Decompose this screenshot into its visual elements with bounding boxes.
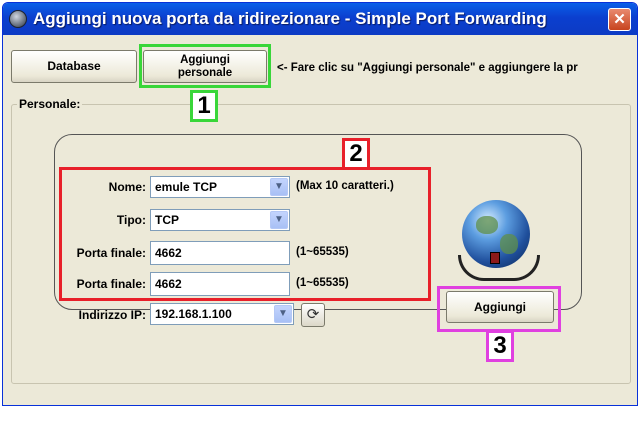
ip-combo[interactable]: 192.168.1.100 ▼	[150, 303, 294, 325]
app-icon	[9, 10, 27, 28]
annotation-number-2: 2	[342, 138, 370, 170]
hint-text: <- Fare clic su "Aggiungi personale" e a…	[277, 62, 578, 74]
plug-icon	[490, 252, 500, 264]
annotation-box-1	[139, 44, 271, 88]
annotation-box-3	[437, 286, 561, 332]
close-button[interactable]: ✕	[608, 8, 631, 31]
window-title: Aggiungi nuova porta da ridirezionare - …	[33, 9, 547, 28]
ip-value: 192.168.1.100	[155, 307, 232, 321]
chevron-down-icon[interactable]: ▼	[274, 305, 292, 323]
annotation-number-3: 3	[486, 330, 514, 362]
refresh-icon[interactable]: ⟳	[301, 303, 325, 327]
personal-group-label: Personale:	[17, 97, 83, 111]
database-button[interactable]: Database	[11, 50, 137, 83]
annotation-box-2	[59, 167, 431, 301]
title-bar[interactable]: Aggiungi nuova porta da ridirezionare - …	[3, 3, 637, 35]
annotation-number-1: 1	[190, 90, 218, 122]
ip-label: Indirizzo IP:	[78, 308, 146, 322]
